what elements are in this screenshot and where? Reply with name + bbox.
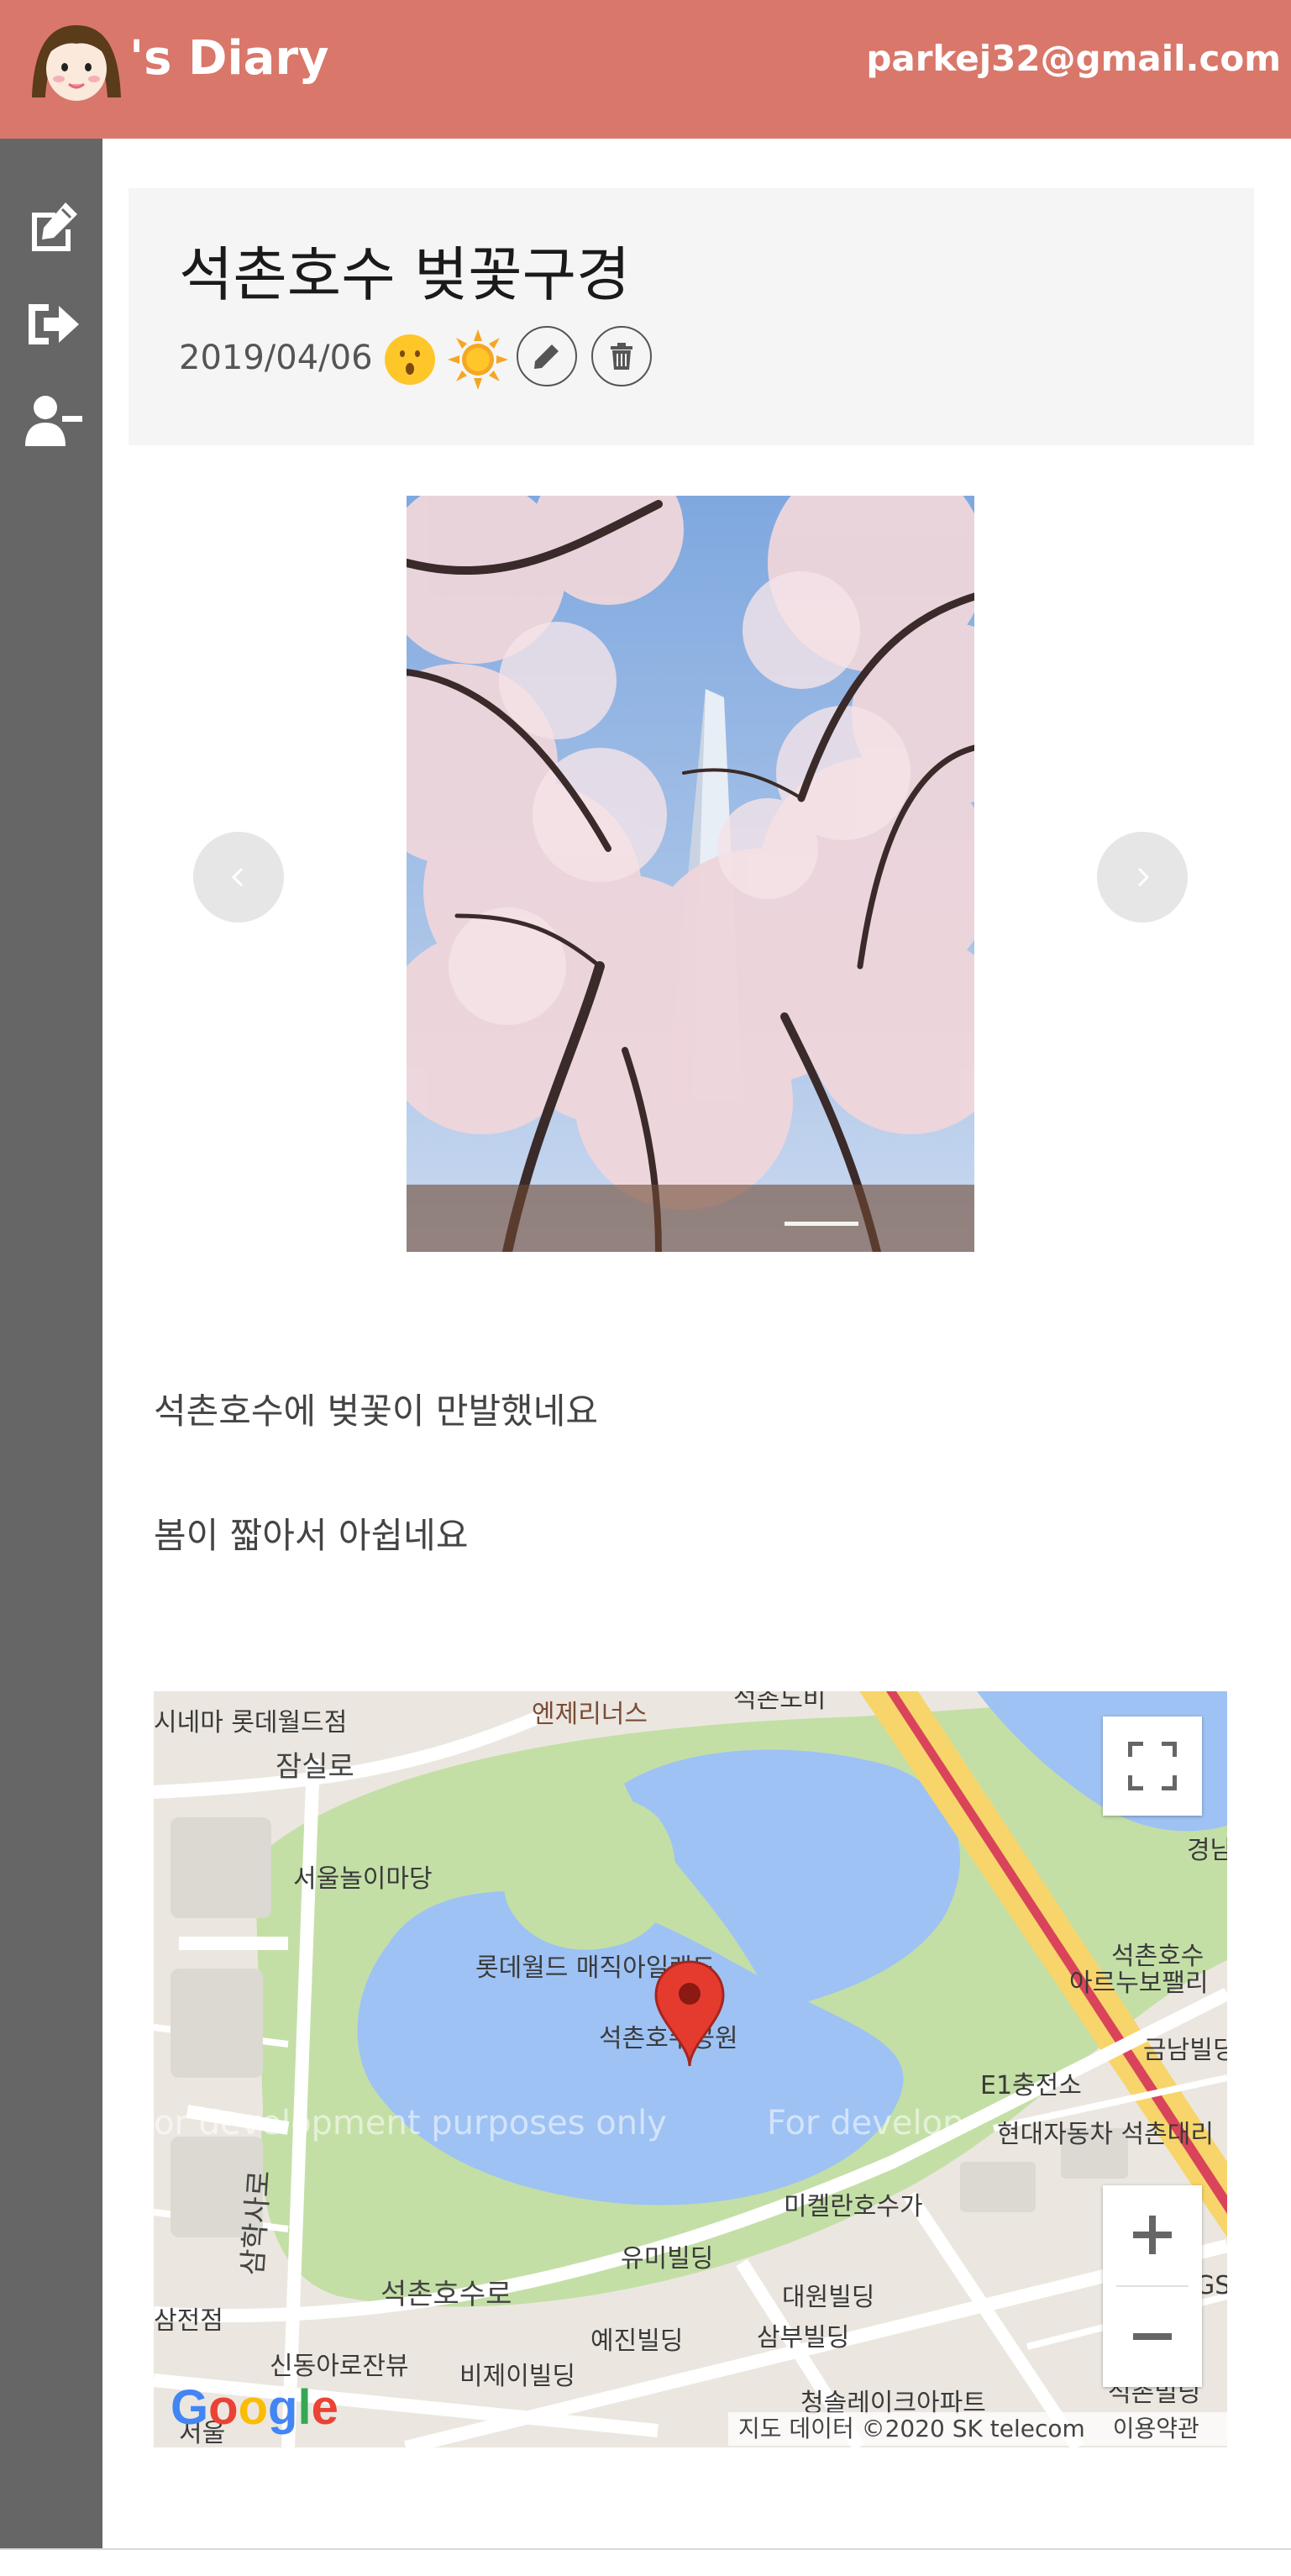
map-label: 대원빌딩 xyxy=(782,2283,875,2312)
sun-icon xyxy=(448,329,508,390)
carousel-prev-button[interactable] xyxy=(193,832,284,923)
map-label: 잠실로 xyxy=(276,1750,354,1784)
map-label: 석촌호수로 xyxy=(380,2278,512,2311)
map-zoom-in-button[interactable] xyxy=(1103,2185,1202,2285)
minus-icon xyxy=(1133,2333,1172,2340)
map-label: 삼부빌딩 xyxy=(757,2323,850,2353)
page-bottom-divider xyxy=(0,2548,1291,2550)
map-label: 신동아로잔뷰 xyxy=(270,2352,409,2381)
map-label: 비제이빌딩 xyxy=(459,2362,575,2391)
edit-button[interactable] xyxy=(517,326,577,386)
map-label: 미켈란호수가 xyxy=(784,2192,923,2221)
map-label: 현대자동차 석촌대리 xyxy=(997,2120,1214,2149)
write-diary-icon xyxy=(32,202,77,251)
logout-icon xyxy=(29,304,79,344)
map-label: 석촌노비 xyxy=(733,1691,827,1714)
map-zoom-out-button[interactable] xyxy=(1103,2287,1202,2387)
plus-icon xyxy=(1133,2216,1172,2254)
map-data-credit: 지도 데이터 ©2020 SK telecom xyxy=(738,2415,1085,2442)
sidebar xyxy=(0,139,102,2548)
user-email: parkej32@gmail.com xyxy=(866,38,1281,79)
post-date: 2019/04/06 xyxy=(179,339,373,377)
post-header: 석촌호수 벚꽃구경 2019/04/06 xyxy=(129,188,1254,445)
map-zoom-controls xyxy=(1103,2185,1202,2387)
app-title: 's Diary xyxy=(129,31,329,86)
fullscreen-icon xyxy=(1128,1742,1177,1790)
chevron-right-icon xyxy=(1137,867,1150,887)
map-label: 경남 xyxy=(1187,1836,1227,1865)
map-label: 석촌호수 xyxy=(1111,1942,1204,1971)
pencil-icon xyxy=(534,344,559,369)
map-watermark: or development purposes only xyxy=(154,2104,667,2142)
delete-button[interactable] xyxy=(591,326,652,386)
map-label: 엔제리너스 xyxy=(532,1700,648,1729)
map-fullscreen-button[interactable] xyxy=(1103,1716,1202,1816)
cherry-blossom-photo xyxy=(407,496,974,1252)
app-header: 's Diary parkej32@gmail.com xyxy=(0,0,1291,139)
map-label: 시네마 롯데월드점 xyxy=(154,1708,348,1737)
map-label: 삼학사로 xyxy=(236,2169,277,2277)
write-diary-button[interactable] xyxy=(24,197,84,258)
logout-button[interactable] xyxy=(24,294,84,355)
map-tiles xyxy=(154,1691,1227,2447)
map-pin-icon[interactable] xyxy=(653,1960,727,2068)
remove-user-icon xyxy=(25,396,82,446)
google-logo[interactable]: Google xyxy=(171,2380,338,2436)
map-terms-link[interactable]: 이용약관 xyxy=(1113,2415,1199,2442)
post-body-line: 봄이 짧아서 아쉽네요 xyxy=(154,1515,469,1556)
surprised-face-icon xyxy=(385,334,435,385)
carousel-photo xyxy=(407,496,974,1252)
location-map[interactable]: 시네마 롯데월드점 엔제리너스 석촌노비 잠실로 서울놀이마당 롯데월드 매직아… xyxy=(154,1691,1227,2447)
map-attribution: 지도 데이터 ©2020 SK telecom 이용약관 xyxy=(728,2412,1227,2446)
photo-carousel xyxy=(129,494,1254,1252)
post-body-line: 석촌호수에 벚꽃이 만발했네요 xyxy=(154,1391,599,1432)
map-label: 아르누보팰리 xyxy=(1069,1969,1209,1998)
map-label: 유미빌딩 xyxy=(621,2244,714,2274)
map-label: E1충전소 xyxy=(980,2071,1082,2100)
carousel-indicator-1[interactable] xyxy=(785,1222,858,1226)
map-watermark: For develop xyxy=(767,2104,964,2142)
trash-icon xyxy=(611,343,632,370)
map-label: 서울놀이마당 xyxy=(293,1864,433,1894)
post-title: 석촌호수 벚꽃구경 xyxy=(179,240,631,309)
map-label: 삼전점 xyxy=(154,2306,223,2336)
map-label: 금남빌딩 xyxy=(1143,2036,1227,2065)
remove-user-button[interactable] xyxy=(24,391,84,451)
carousel-next-button[interactable] xyxy=(1097,832,1188,923)
chevron-left-icon xyxy=(231,867,244,887)
girl-avatar-logo[interactable] xyxy=(25,20,128,101)
map-label: 예진빌딩 xyxy=(590,2326,684,2356)
